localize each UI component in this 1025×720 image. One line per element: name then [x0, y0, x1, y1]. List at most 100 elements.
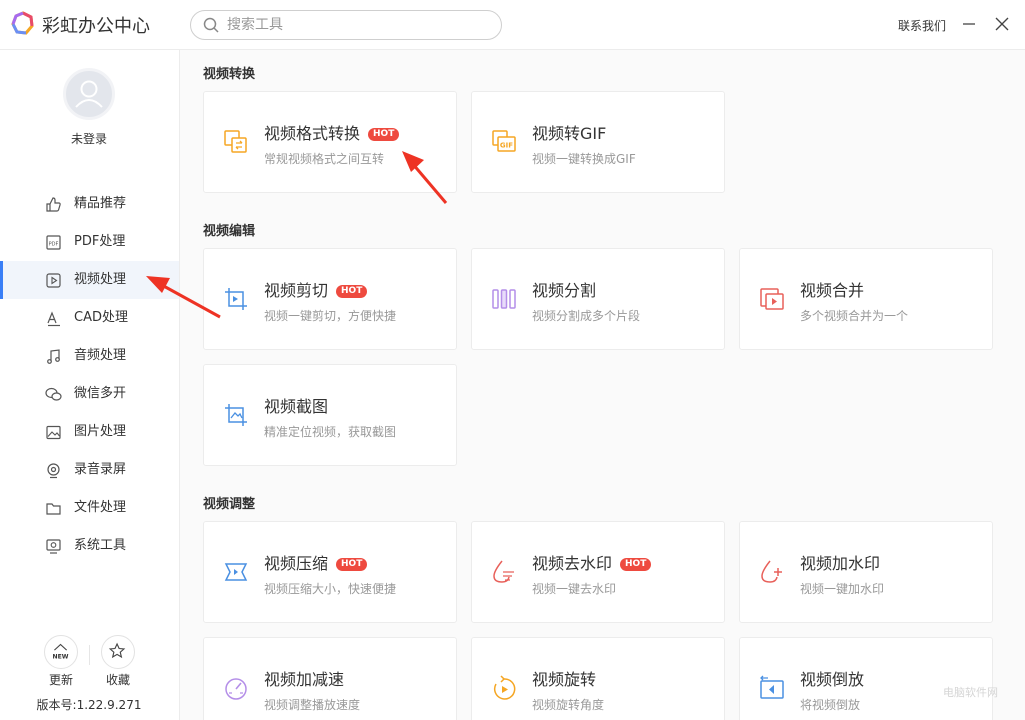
contact-us-link[interactable]: 联系我们	[898, 17, 946, 34]
card-video-screenshot[interactable]: 视频截图 精准定位视频，获取截图	[203, 364, 457, 466]
sidebar-item-label: 录音录屏	[74, 462, 127, 477]
site-watermark: 电脑软件网	[943, 686, 998, 699]
sidebar-item-label: 图片处理	[74, 424, 127, 439]
card-title: 视频旋转	[532, 670, 597, 689]
login-status[interactable]: 未登录	[0, 130, 178, 147]
sidebar-item-label: 精品推荐	[74, 196, 127, 211]
card-desc: 视频调整播放速度	[264, 698, 361, 712]
search-input[interactable]	[227, 14, 487, 36]
merge-icon	[760, 288, 784, 310]
sidebar-item-label: 文件处理	[74, 500, 127, 515]
new-badge: NEW	[53, 654, 69, 661]
avatar[interactable]	[63, 68, 115, 120]
pdf-icon: PDF	[46, 235, 61, 250]
folder-icon	[46, 503, 61, 515]
record-icon	[47, 463, 60, 479]
minimize-icon[interactable]	[960, 15, 978, 33]
app-title: 彩虹办公中心	[42, 16, 150, 37]
update-label: 更新	[48, 673, 73, 687]
video-convert-icon	[224, 130, 247, 153]
video-icon	[46, 273, 61, 288]
card-title: 视频倒放	[800, 670, 865, 689]
gif-icon: GIF	[492, 130, 516, 152]
sidebar-item-label: 系统工具	[74, 538, 127, 553]
hot-badge: HOT	[336, 285, 368, 298]
footer-divider	[89, 645, 90, 665]
sidebar-item-label: CAD处理	[74, 310, 128, 325]
rotate-icon	[493, 675, 516, 700]
sidebar-item-file[interactable]: 文件处理	[0, 489, 179, 527]
card-desc: 精准定位视频，获取截图	[264, 425, 397, 439]
sidebar-item-cad[interactable]: CAD处理	[0, 299, 179, 337]
speed-icon	[225, 678, 247, 700]
card-desc: 视频分割成多个片段	[532, 309, 641, 323]
sidebar-nav: 精品推荐 PDF PDF处理 视频处理 CAD处理 音频处理 微信多开 图片处理…	[0, 185, 179, 565]
search-icon	[203, 17, 219, 33]
title-bar: 彩虹办公中心 联系我们	[0, 0, 1025, 50]
card-desc: 视频压缩大小，快速便捷	[264, 582, 397, 596]
card-video-reverse[interactable]: 视频倒放 将视频倒放	[739, 637, 993, 720]
screenshot-icon	[225, 404, 247, 426]
card-title: 视频截图	[264, 397, 329, 416]
sidebar-item-record[interactable]: 录音录屏	[0, 451, 179, 489]
card-video-rotate[interactable]: 视频旋转 视频旋转角度	[471, 637, 725, 720]
card-title: 视频加减速	[264, 670, 345, 689]
main-content: 视频转换 视频格式转换 HOT 常规视频格式之间互转 GIF 视频转GIF 视频一…	[180, 50, 1025, 720]
sidebar-item-wechat[interactable]: 微信多开	[0, 375, 179, 413]
sidebar-item-video[interactable]: 视频处理	[0, 261, 179, 299]
card-desc: 多个视频合并为一个	[800, 309, 909, 323]
sidebar-item-audio[interactable]: 音频处理	[0, 337, 179, 375]
close-icon[interactable]	[993, 15, 1011, 33]
card-video-merge[interactable]: 视频合并 多个视频合并为一个	[739, 248, 993, 350]
star-icon	[108, 642, 126, 659]
sidebar-item-label: 音频处理	[74, 348, 127, 363]
card-title-text: 视频压缩	[264, 554, 329, 573]
card-desc: 视频旋转角度	[532, 698, 605, 712]
card-video-to-gif[interactable]: GIF 视频转GIF 视频一键转换成GIF	[471, 91, 725, 193]
card-desc: 视频一键剪切，方便快捷	[264, 309, 397, 323]
sidebar-item-image[interactable]: 图片处理	[0, 413, 179, 451]
reverse-icon	[760, 675, 784, 699]
wechat-icon	[45, 387, 62, 401]
hot-badge: HOT	[368, 128, 400, 141]
image-icon	[46, 425, 61, 440]
card-video-add-watermark[interactable]: 视频加水印 视频一键加水印	[739, 521, 993, 623]
card-video-cut[interactable]: 视频剪切 HOT 视频一键剪切，方便快捷	[203, 248, 457, 350]
sidebar-item-label: 微信多开	[74, 386, 127, 401]
sidebar-item-recommend[interactable]: 精品推荐	[0, 185, 179, 223]
section-title-adjust: 视频调整	[203, 497, 256, 512]
favorite-button[interactable]	[101, 635, 135, 669]
card-video-compress[interactable]: 视频压缩 HOT 视频压缩大小，快速便捷	[203, 521, 457, 623]
card-desc: 视频一键去水印	[532, 582, 617, 596]
hot-badge: HOT	[620, 558, 652, 571]
card-title-text: 视频剪切	[264, 281, 329, 300]
remove-watermark-icon	[493, 560, 514, 583]
sidebar-item-pdf[interactable]: PDF PDF处理	[0, 223, 179, 261]
card-title: 视频剪切 HOT	[264, 277, 368, 301]
crop-icon	[225, 288, 247, 310]
favorite-label: 收藏	[105, 673, 130, 687]
sidebar-item-system[interactable]: 系统工具	[0, 527, 179, 565]
update-button[interactable]: NEW	[44, 635, 78, 669]
card-desc: 常规视频格式之间互转	[264, 152, 385, 166]
card-video-split[interactable]: 视频分割 视频分割成多个片段	[471, 248, 725, 350]
new-home-icon: NEW	[53, 643, 69, 661]
hot-badge: HOT	[336, 558, 368, 571]
add-watermark-icon	[761, 560, 782, 583]
card-video-remove-watermark[interactable]: 视频去水印 HOT 视频一键去水印	[471, 521, 725, 623]
section-title-convert: 视频转换	[203, 67, 256, 82]
card-title: 视频合并	[800, 281, 865, 300]
card-video-format-convert[interactable]: 视频格式转换 HOT 常规视频格式之间互转	[203, 91, 457, 193]
card-video-speed[interactable]: 视频加减速 视频调整播放速度	[203, 637, 457, 720]
svg-text:PDF: PDF	[49, 242, 59, 248]
sidebar: 未登录 精品推荐 PDF PDF处理 视频处理 CAD处理 音频处理 微信多开 …	[0, 50, 180, 720]
sidebar-item-label: 视频处理	[74, 272, 127, 287]
card-title: 视频去水印 HOT	[532, 550, 652, 574]
card-title: 视频格式转换 HOT	[264, 120, 400, 144]
card-title-text: 视频去水印	[532, 554, 613, 573]
user-icon	[75, 80, 103, 108]
card-title: 视频转GIF	[532, 124, 607, 143]
card-desc: 将视频倒放	[800, 698, 861, 712]
card-desc: 视频一键加水印	[800, 582, 885, 596]
search-box[interactable]	[190, 10, 502, 40]
